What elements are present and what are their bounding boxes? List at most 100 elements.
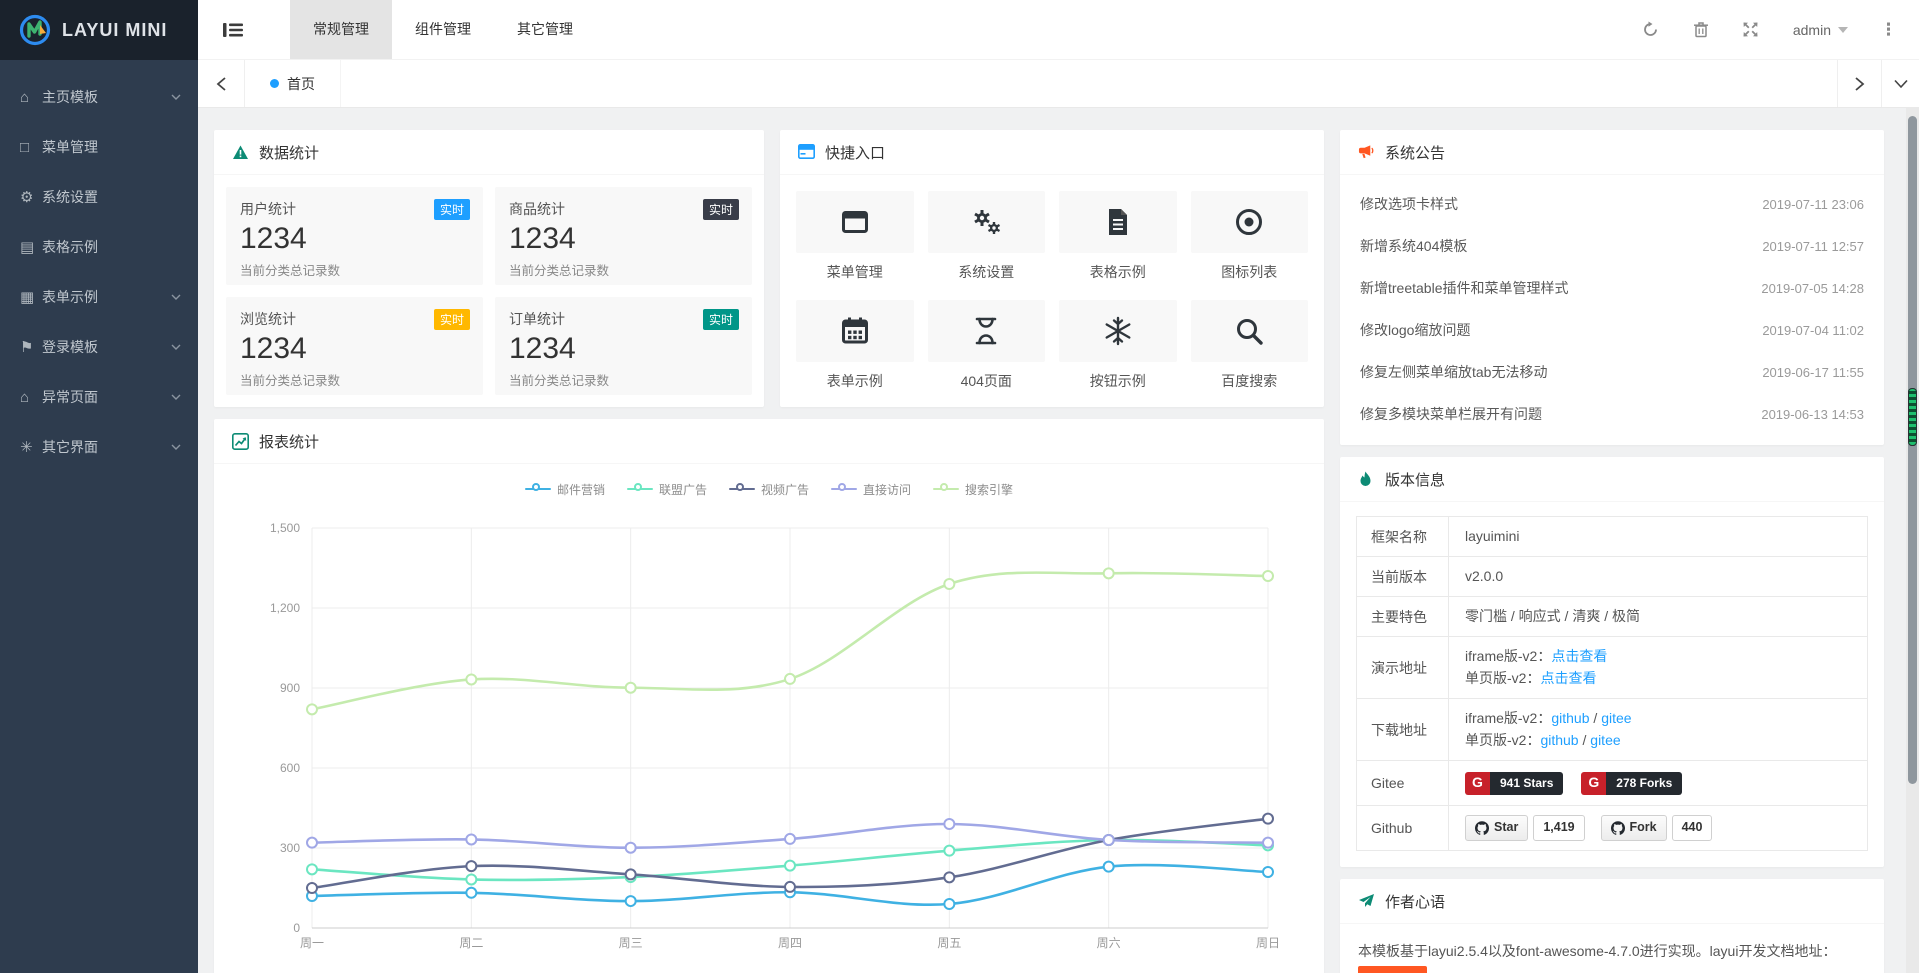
- flame-icon: [1358, 471, 1375, 488]
- quick-baidu-search[interactable]: 百度搜索: [1191, 300, 1309, 391]
- version-table: 框架名称 layuimini 当前版本 v2.0.0 主要特色 零门槛 / 响应…: [1356, 516, 1868, 851]
- demo-link-spa[interactable]: 点击查看: [1540, 670, 1596, 686]
- version-info-card: 版本信息 框架名称 layuimini 当前版本 v2.0.0 主要特色: [1340, 457, 1884, 867]
- card-title: 报表统计: [259, 431, 319, 452]
- header-nav: 常规管理 组件管理 其它管理: [290, 0, 596, 59]
- legend-item[interactable]: 视频广告: [729, 478, 809, 500]
- app-logo: LAYUI MINI: [0, 0, 198, 60]
- asterisk-icon: ✳: [20, 438, 42, 456]
- sidebar-item-home-template[interactable]: ⌂ 主页模板: [0, 72, 198, 122]
- chevron-down-icon: [170, 391, 182, 403]
- download-gitee-link[interactable]: gitee: [1590, 732, 1620, 748]
- chart-legend: 邮件营销联盟广告视频广告直接访问搜索引擎: [214, 478, 1324, 500]
- more-options-button[interactable]: ⋮: [1872, 21, 1905, 38]
- github-star-count[interactable]: 1,419: [1533, 815, 1584, 840]
- features: 零门槛 / 响应式 / 清爽 / 极简: [1449, 597, 1868, 637]
- header-tab-general[interactable]: 常规管理: [290, 0, 392, 59]
- github-buttons: Star 1,419 Fork 440: [1449, 806, 1868, 851]
- github-fork-count[interactable]: 440: [1672, 815, 1713, 840]
- scrollbar-track[interactable]: [1906, 108, 1919, 973]
- list-item[interactable]: 修改选项卡样式 2019-07-11 23:06: [1360, 183, 1864, 225]
- active-tab-dot: [270, 79, 279, 88]
- legend-item[interactable]: 联盟广告: [627, 478, 707, 500]
- clear-cache-button[interactable]: [1683, 12, 1719, 48]
- panel-icon: [798, 144, 815, 161]
- author-note-text: 本模板基于layui2.5.4以及font-awesome-4.7.0进行实现。…: [1340, 924, 1884, 973]
- header-tab-components[interactable]: 组件管理: [392, 0, 494, 59]
- sidebar-item-login-template[interactable]: ⚑ 登录模板: [0, 322, 198, 372]
- download-github-link[interactable]: github: [1540, 732, 1578, 748]
- list-item[interactable]: 新增系统404模板 2019-07-11 12:57: [1360, 225, 1864, 267]
- scrollbar-thumb[interactable]: [1908, 116, 1917, 784]
- search-icon: [1191, 300, 1309, 362]
- sidebar-item-system-settings[interactable]: ⚙ 系统设置: [0, 172, 198, 222]
- list-item[interactable]: 修复左侧菜单缩放tab无法移动 2019-06-17 11:55: [1360, 351, 1864, 393]
- quick-404-page[interactable]: 404页面: [928, 300, 1046, 391]
- caret-down-icon: [1838, 27, 1848, 38]
- stat-goods: 商品统计 1234 当前分类总记录数 实时: [495, 187, 752, 285]
- tab-scroll-left-button[interactable]: [198, 60, 245, 107]
- download-gitee-link[interactable]: gitee: [1601, 710, 1631, 726]
- sidebar-collapse-button[interactable]: [198, 0, 268, 59]
- status-badge: 实时: [434, 309, 470, 330]
- gears-icon: ⚙: [20, 188, 42, 206]
- legend-item[interactable]: 邮件营销: [525, 478, 605, 500]
- quick-table-demo[interactable]: 表格示例: [1059, 191, 1177, 282]
- line-chart: 03006009001,2001,500周一周二周三周四周五周六周日: [214, 500, 1324, 970]
- download-github-link[interactable]: github: [1551, 710, 1589, 726]
- layui-doc-button[interactable]: layui文档: [1358, 966, 1427, 973]
- quick-entry-header: 快捷入口: [780, 130, 1324, 175]
- collapse-menu-icon: [223, 22, 243, 38]
- gitee-forks-badge[interactable]: G 278 Forks: [1581, 772, 1682, 795]
- quick-entry-grid: 菜单管理: [780, 175, 1324, 407]
- sidebar-item-table-demo[interactable]: ▤ 表格示例: [0, 222, 198, 272]
- quick-icon-list[interactable]: 图标列表: [1191, 191, 1309, 282]
- chevron-down-icon: [170, 291, 182, 303]
- legend-item[interactable]: 搜索引擎: [933, 478, 1013, 500]
- svg-text:周日: 周日: [1256, 936, 1280, 950]
- card-title: 版本信息: [1385, 469, 1445, 490]
- tab-scroll-right-button[interactable]: [1837, 60, 1881, 107]
- quick-menu-management[interactable]: 菜单管理: [796, 191, 914, 282]
- github-star-button[interactable]: Star: [1465, 815, 1528, 840]
- main-content: 数据统计 用户统计 1234 当前分类总记录数 实时 商品统计 1234 当前分…: [198, 108, 1919, 973]
- fullscreen-button[interactable]: [1733, 12, 1769, 48]
- fullscreen-icon: [1742, 21, 1759, 38]
- list-item[interactable]: 修改logo缩放问题 2019-07-04 11:02: [1360, 309, 1864, 351]
- octocat-icon: [1475, 821, 1489, 835]
- quick-button-demo[interactable]: 按钮示例: [1059, 300, 1177, 391]
- user-menu[interactable]: admin: [1783, 22, 1858, 38]
- sidebar-item-other-ui[interactable]: ✳ 其它界面: [0, 422, 198, 472]
- sidebar-item-menu-management[interactable]: □ 菜单管理: [0, 122, 198, 172]
- svg-text:600: 600: [280, 761, 300, 775]
- chevron-right-icon: [1854, 77, 1865, 91]
- author-note-header: 作者心语: [1340, 879, 1884, 924]
- page-tabbar: 首页: [198, 60, 1919, 108]
- legend-item[interactable]: 直接访问: [831, 478, 911, 500]
- list-item[interactable]: 修复多模块菜单栏展开有问题 2019-06-13 14:53: [1360, 393, 1864, 435]
- legend-marker-icon: [627, 483, 653, 495]
- quick-system-settings[interactable]: 系统设置: [928, 191, 1046, 282]
- legend-marker-icon: [831, 483, 857, 495]
- tab-operations-dropdown[interactable]: [1881, 60, 1919, 107]
- download-links: iframe版-v2：github / gitee 单页版-v2：github …: [1449, 699, 1868, 761]
- header-tab-other[interactable]: 其它管理: [494, 0, 596, 59]
- tab-home[interactable]: 首页: [245, 60, 341, 107]
- gitee-stars-badge[interactable]: G 941 Stars: [1465, 772, 1563, 795]
- list-item[interactable]: 新增treetable插件和菜单管理样式 2019-07-05 14:28: [1360, 267, 1864, 309]
- demo-link-iframe[interactable]: 点击查看: [1551, 648, 1607, 664]
- sidebar-item-error-pages[interactable]: ⌂ 异常页面: [0, 372, 198, 422]
- card-title: 作者心语: [1385, 891, 1445, 912]
- quick-form-demo[interactable]: 表单示例: [796, 300, 914, 391]
- calendar-icon: ▦: [20, 288, 42, 306]
- sidebar-item-form-demo[interactable]: ▦ 表单示例: [0, 272, 198, 322]
- svg-text:周一: 周一: [300, 936, 324, 950]
- chevron-down-icon: [170, 91, 182, 103]
- svg-text:周三: 周三: [619, 936, 643, 950]
- svg-text:300: 300: [280, 841, 300, 855]
- chevron-down-icon: [170, 341, 182, 353]
- scrollbar-green-thumb[interactable]: [1908, 388, 1917, 446]
- github-fork-button[interactable]: Fork: [1601, 815, 1667, 840]
- refresh-button[interactable]: [1633, 12, 1669, 48]
- paper-plane-icon: [1358, 893, 1375, 910]
